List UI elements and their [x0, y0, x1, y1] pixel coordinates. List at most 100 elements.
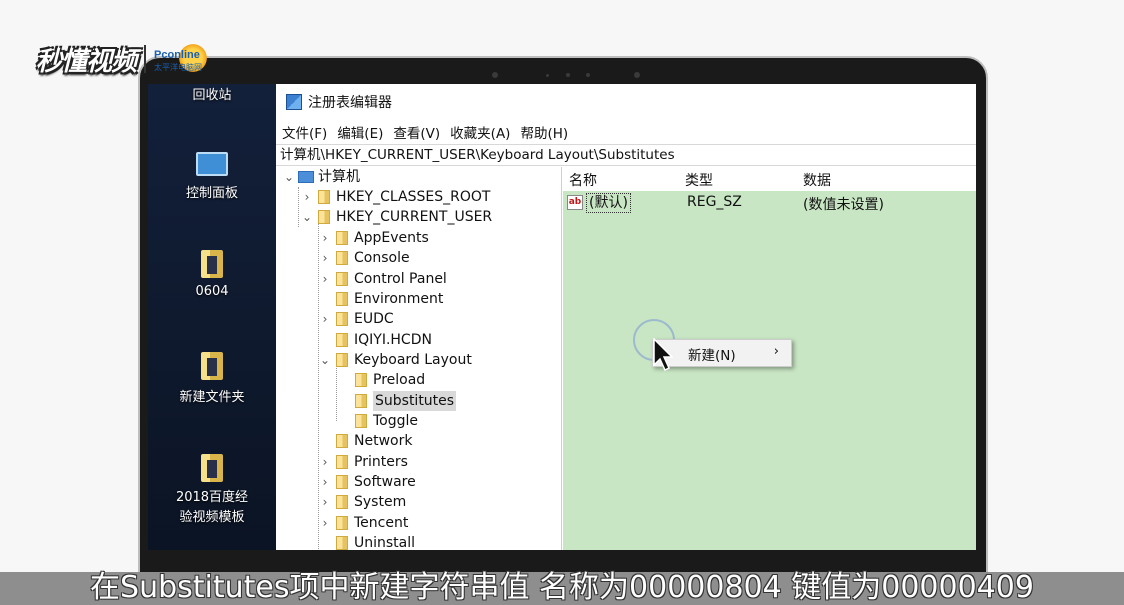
regedit-app-icon — [286, 94, 302, 110]
chevron-right-icon[interactable]: › — [318, 513, 332, 533]
tree-node-preload[interactable]: Preload — [337, 370, 425, 390]
regedit-window: 注册表编辑器 文件(F) 编辑(E) 查看(V) 收藏夹(A) 帮助(H) 计算… — [276, 84, 976, 550]
tree-node-system[interactable]: › System — [318, 492, 407, 512]
address-bar[interactable]: 计算机\HKEY_CURRENT_USER\Keyboard Layout\Su… — [276, 144, 976, 166]
value-type: REG_SZ — [687, 194, 742, 210]
folder-icon — [318, 190, 330, 204]
value-name: (默认) — [586, 193, 631, 213]
tree-node-printers[interactable]: › Printers — [318, 452, 408, 472]
bezel-camera-icon — [566, 73, 570, 77]
chevron-down-icon[interactable]: ⌄ — [318, 350, 332, 370]
tree-node-console[interactable]: › Console — [318, 248, 410, 268]
tree-node-control-panel[interactable]: › Control Panel — [318, 269, 447, 289]
desktop-icon-new-folder[interactable]: 新建文件夹 — [148, 352, 276, 405]
chevron-right-icon[interactable]: › — [318, 309, 332, 329]
bezel-dot-icon — [586, 73, 590, 77]
menu-view[interactable]: 查看(V) — [393, 122, 440, 142]
tree-node-uninstall[interactable]: Uninstall — [318, 533, 415, 550]
tree-node-label: Preload — [373, 372, 426, 388]
menu-help[interactable]: 帮助(H) — [520, 122, 568, 142]
tree-node-label: Console — [354, 250, 410, 266]
value-data: (数值未设置) — [803, 197, 884, 213]
tree-node-toggle[interactable]: Toggle — [337, 411, 418, 431]
tree-pane: ⌄ 计算机 › HKEY_CLASSES_ROOT ⌄ HKEY_CURRENT… — [276, 167, 562, 550]
laptop-screen: 回收站 控制面板 0604 新建文件夹 2018百度经 验视频模板 注册表编辑器… — [148, 84, 976, 550]
menu-edit[interactable]: 编辑(E) — [337, 122, 383, 142]
window-titlebar[interactable]: 注册表编辑器 — [276, 84, 976, 120]
desktop-icon-control-panel[interactable]: 控制面板 — [148, 152, 276, 201]
pconline-name: Pconline — [154, 49, 200, 61]
value-row[interactable]: ab (默认) REG_SZ (数值未设置) — [563, 193, 976, 213]
tree-node-label: Keyboard Layout — [354, 352, 472, 368]
tree-node-label: Toggle — [373, 413, 419, 429]
tree-node-substitutes[interactable]: Substitutes — [337, 391, 457, 411]
tree-node-eudc[interactable]: › EUDC — [318, 309, 394, 329]
tree-node-computer[interactable]: ⌄ 计算机 — [282, 167, 360, 187]
screenshot-stage: 秒懂视频 Pconline 太平洋电脑网 回收站 控制面板 0604 新建文件夹… — [0, 0, 1124, 605]
tree-node-label: Tencent — [354, 515, 409, 531]
tree-node-software[interactable]: › Software — [318, 472, 416, 492]
tree-node-label: Control Panel — [354, 271, 447, 287]
chevron-down-icon[interactable]: ⌄ — [300, 207, 314, 227]
desktop-icon-recycle-bin[interactable]: 回收站 — [148, 84, 276, 103]
chevron-right-icon[interactable]: › — [318, 472, 332, 492]
folder-icon — [318, 210, 330, 224]
folder-open-icon — [355, 394, 367, 408]
tree-node-iqiyi[interactable]: IQIYI.HCDN — [318, 330, 432, 350]
pconline-logo: Pconline 太平洋电脑网 — [154, 43, 214, 75]
tree-node-label: AppEvents — [354, 230, 429, 246]
chevron-right-icon[interactable]: › — [318, 452, 332, 472]
chevron-right-icon[interactable]: › — [318, 269, 332, 289]
desktop-icon-baidu-template[interactable]: 2018百度经 验视频模板 — [148, 454, 276, 528]
pconline-sub: 太平洋电脑网 — [154, 63, 203, 72]
tree-node-hkcr[interactable]: › HKEY_CLASSES_ROOT — [300, 187, 491, 207]
control-panel-icon — [196, 152, 228, 176]
folder-icon — [355, 414, 367, 428]
mouse-cursor-icon — [653, 338, 673, 372]
chevron-right-icon[interactable]: › — [318, 492, 332, 512]
tree-node-label: System — [354, 494, 407, 510]
menu-bar: 文件(F) 编辑(E) 查看(V) 收藏夹(A) 帮助(H) — [276, 120, 976, 144]
desktop-icon-0604[interactable]: 0604 — [148, 250, 276, 299]
chevron-right-icon[interactable]: › — [318, 248, 332, 268]
folder-icon — [336, 312, 348, 326]
tree-node-hkcu[interactable]: ⌄ HKEY_CURRENT_USER — [300, 207, 492, 227]
tree-node-label: HKEY_CLASSES_ROOT — [336, 189, 491, 205]
tree-node-label: Environment — [354, 291, 444, 307]
column-header-name[interactable]: 名称 — [569, 170, 597, 190]
tree-node-label: HKEY_CURRENT_USER — [336, 209, 493, 225]
tree-node-label: Printers — [354, 454, 408, 470]
folder-icon — [336, 251, 348, 265]
folder-0604-label: 0604 — [195, 284, 229, 299]
folder-icon — [336, 455, 348, 469]
computer-icon — [298, 171, 314, 183]
tree-node-label: 计算机 — [318, 169, 360, 185]
tree-node-label: Substitutes — [373, 391, 457, 411]
chevron-right-icon[interactable]: › — [318, 228, 332, 248]
folder-icon — [336, 475, 348, 489]
column-header-type[interactable]: 类型 — [685, 170, 713, 190]
tree-node-keyboard-layout[interactable]: ⌄ Keyboard Layout — [318, 350, 472, 370]
chevron-down-icon[interactable]: ⌄ — [282, 167, 296, 187]
folder-icon — [336, 434, 348, 448]
folder-icon — [336, 292, 348, 306]
folder-icon — [201, 352, 223, 380]
menu-favorites[interactable]: 收藏夹(A) — [450, 122, 510, 142]
subtitle-text: 在Substitutes项中新建字符串值 名称为00000804 键值为0000… — [90, 570, 1034, 605]
baidu-template-label-1: 2018百度经 — [175, 490, 249, 505]
context-menu-new[interactable]: 新建(N) — [688, 344, 736, 364]
baidu-template-label-2: 验视频模板 — [179, 510, 245, 525]
window-title: 注册表编辑器 — [308, 95, 392, 111]
tree-node-network[interactable]: Network — [318, 431, 412, 451]
folder-icon — [336, 231, 348, 245]
tree-node-environment[interactable]: Environment — [318, 289, 443, 309]
tree-node-appevents[interactable]: › AppEvents — [318, 228, 429, 248]
context-menu: 新建(N) › — [652, 339, 792, 367]
chevron-right-icon[interactable]: › — [300, 187, 314, 207]
menu-file[interactable]: 文件(F) — [282, 122, 327, 142]
tree-node-tencent[interactable]: › Tencent — [318, 513, 409, 533]
column-header-data[interactable]: 数据 — [803, 170, 831, 190]
watermark-separator — [144, 45, 147, 73]
tree-node-label: Uninstall — [354, 535, 416, 550]
submenu-arrow-icon: › — [773, 344, 779, 359]
